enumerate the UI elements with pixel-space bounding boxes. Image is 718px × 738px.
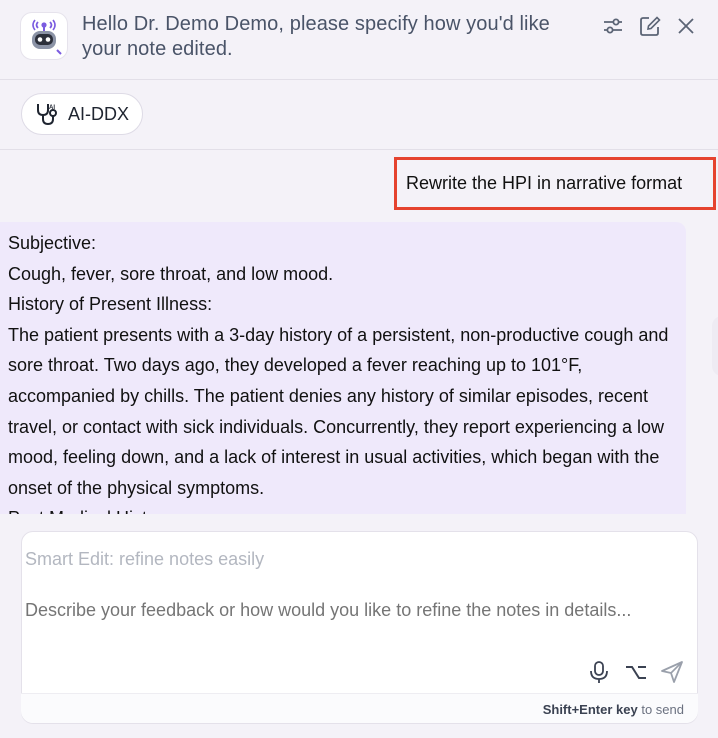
stethoscope-icon: AI xyxy=(37,104,57,126)
ai-response: Subjective: Cough, fever, sore throat, a… xyxy=(0,222,686,514)
send-hint-key: Shift+Enter key xyxy=(542,702,638,717)
microphone-icon[interactable] xyxy=(586,659,612,685)
option-key-icon[interactable] xyxy=(623,659,649,685)
user-message-text: Rewrite the HPI in narrative format xyxy=(406,173,683,193)
bot-avatar xyxy=(20,12,68,60)
chip-label: AI-DDX xyxy=(68,103,130,124)
panel-resize-handle[interactable] xyxy=(712,316,718,376)
ai-line: Past Medical History: xyxy=(8,503,678,514)
svg-text:AI: AI xyxy=(49,105,55,111)
ai-ddx-chip[interactable]: AI AI-DDX xyxy=(21,93,143,135)
send-hint-text: to send xyxy=(641,702,684,717)
header: Hello Dr. Demo Demo, please specify how … xyxy=(0,0,718,80)
edit-icon[interactable] xyxy=(638,14,662,38)
smart-edit-title: Smart Edit: refine notes easily xyxy=(25,549,265,569)
send-icon[interactable] xyxy=(659,659,685,685)
feedback-input[interactable] xyxy=(25,598,645,646)
smart-edit-composer: Smart Edit: refine notes easily Shift+En… xyxy=(0,514,718,738)
ai-line: History of Present Illness: xyxy=(8,294,213,315)
ai-line: Subjective: xyxy=(8,233,97,253)
ai-line: The patient presents with a 3-day histor… xyxy=(8,324,669,498)
chat-thread[interactable]: Rewrite the HPI in narrative format Subj… xyxy=(0,151,718,514)
ai-line: Cough, fever, sore throat, and low mood. xyxy=(8,263,334,284)
close-icon[interactable] xyxy=(674,14,698,38)
user-message: Rewrite the HPI in narrative format xyxy=(394,157,716,210)
send-hint: Shift+Enter key to send xyxy=(543,702,684,717)
robot-icon xyxy=(32,19,62,55)
header-title: Hello Dr. Demo Demo, please specify how … xyxy=(82,13,550,60)
quick-action-bar: AI AI-DDX xyxy=(0,80,718,150)
settings-sliders-icon[interactable] xyxy=(601,14,625,38)
